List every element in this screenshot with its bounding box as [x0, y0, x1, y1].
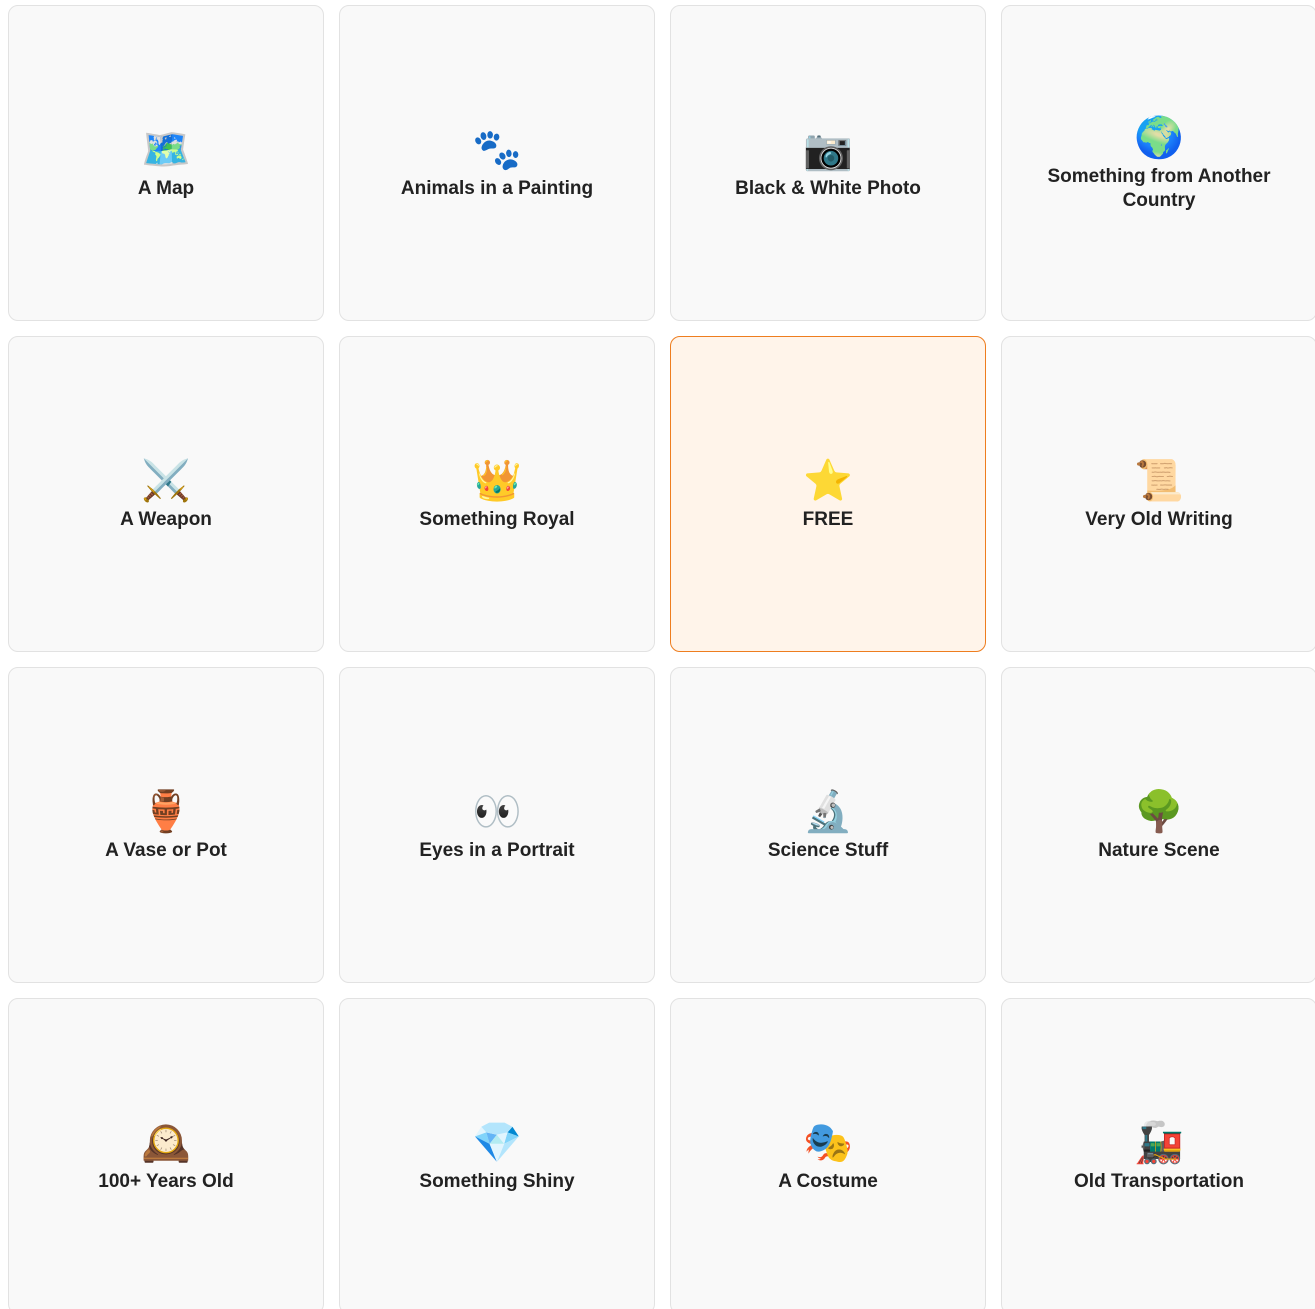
theater-masks-icon: 🎭	[803, 1119, 853, 1166]
cell-label: Very Old Writing	[1085, 508, 1233, 530]
microscope-icon: 🔬	[803, 788, 853, 835]
bingo-cell-animals-in-painting[interactable]: 🐾 Animals in a Painting	[339, 5, 655, 321]
cell-label: A Map	[137, 177, 195, 199]
cell-label: Eyes in a Portrait	[419, 839, 575, 861]
cell-label: Something Shiny	[419, 1170, 575, 1192]
cell-label: 100+ Years Old	[98, 1170, 234, 1192]
bingo-cell-eyes-in-portrait[interactable]: 👀 Eyes in a Portrait	[339, 667, 655, 983]
cell-label: Something from Another Country	[1047, 165, 1271, 211]
eyes-icon: 👀	[472, 788, 522, 835]
amphora-icon: 🏺	[141, 788, 191, 835]
crown-icon: 👑	[472, 457, 522, 504]
bingo-cell-science-stuff[interactable]: 🔬 Science Stuff	[670, 667, 986, 983]
bingo-cell-free[interactable]: ⭐ FREE	[670, 336, 986, 652]
bingo-cell-100-years-old[interactable]: 🕰️ 100+ Years Old	[8, 998, 324, 1309]
cell-label: Science Stuff	[767, 839, 889, 861]
cell-label: Animals in a Painting	[400, 177, 594, 199]
bingo-cell-vase-or-pot[interactable]: 🏺 A Vase or Pot	[8, 667, 324, 983]
camera-icon: 📷	[803, 126, 853, 173]
gem-icon: 💎	[472, 1119, 522, 1166]
bingo-cell-costume[interactable]: 🎭 A Costume	[670, 998, 986, 1309]
crossed-swords-icon: ⚔️	[141, 457, 191, 504]
bingo-cell-weapon[interactable]: ⚔️ A Weapon	[8, 336, 324, 652]
bingo-cell-nature-scene[interactable]: 🌳 Nature Scene	[1001, 667, 1315, 983]
cell-label: FREE	[802, 508, 854, 530]
star-icon: ⭐	[803, 457, 853, 504]
map-icon: 🗺️	[141, 126, 191, 173]
globe-icon: 🌍	[1134, 114, 1184, 161]
bingo-cell-old-writing[interactable]: 📜 Very Old Writing	[1001, 336, 1315, 652]
bingo-cell-another-country[interactable]: 🌍 Something from Another Country	[1001, 5, 1315, 321]
cell-label: Old Transportation	[1074, 1170, 1244, 1192]
bingo-board: 🗺️ A Map 🐾 Animals in a Painting 📷 Black…	[0, 0, 1315, 1309]
scroll-icon: 📜	[1134, 457, 1184, 504]
cell-label: Black & White Photo	[735, 177, 921, 199]
tree-icon: 🌳	[1134, 788, 1184, 835]
bingo-cell-map[interactable]: 🗺️ A Map	[8, 5, 324, 321]
paw-prints-icon: 🐾	[472, 126, 522, 173]
bingo-cell-old-transportation[interactable]: 🚂 Old Transportation	[1001, 998, 1315, 1309]
bingo-cell-royal[interactable]: 👑 Something Royal	[339, 336, 655, 652]
cell-label: Something Royal	[419, 508, 575, 530]
cell-label: A Costume	[778, 1170, 878, 1192]
bingo-cell-something-shiny[interactable]: 💎 Something Shiny	[339, 998, 655, 1309]
mantel-clock-icon: 🕰️	[141, 1119, 191, 1166]
bingo-cell-black-white-photo[interactable]: 📷 Black & White Photo	[670, 5, 986, 321]
cell-label: A Vase or Pot	[105, 839, 227, 861]
locomotive-icon: 🚂	[1134, 1119, 1184, 1166]
cell-label: Nature Scene	[1098, 839, 1220, 861]
cell-label: A Weapon	[120, 508, 212, 530]
